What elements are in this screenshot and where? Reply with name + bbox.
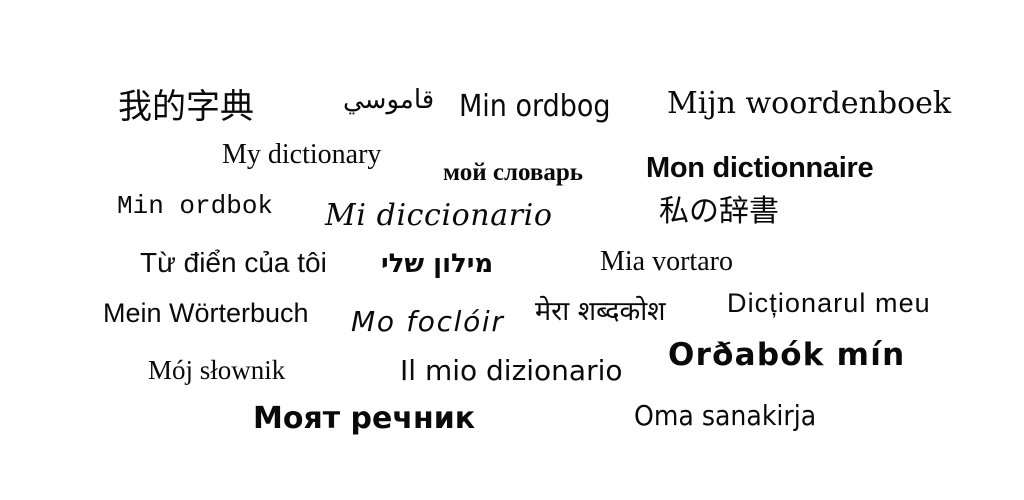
phrase-arabic: قاموسي [343, 85, 435, 115]
phrase-japanese: 私の辞書 [659, 194, 779, 229]
phrase-dutch: Mijn woordenboek [667, 86, 952, 121]
phrase-bulgarian: Моят речник [253, 401, 476, 436]
phrase-chinese: 我的字典 [118, 87, 254, 127]
phrase-hebrew: מילון שלי [381, 249, 494, 279]
phrase-danish: Min ordbog [459, 89, 611, 124]
phrase-romanian: Dicționarul meu [727, 288, 931, 318]
phrase-norwegian: Min ordbok [117, 191, 274, 221]
phrase-italian: Il mio dizionario [400, 354, 623, 387]
phrase-icelandic: Orðabók mín [668, 337, 906, 373]
phrase-german: Mein Wörterbuch [103, 298, 309, 328]
phrase-spanish: Mi diccionario [325, 198, 553, 233]
phrase-polish: Mój słownik [148, 355, 286, 385]
phrase-english: My dictionary [222, 139, 382, 170]
phrase-esperanto: Mia vortaro [600, 246, 733, 277]
word-cloud-canvas: 我的字典 قاموسي Min ordbog Mijn woordenboek … [0, 0, 1024, 500]
phrase-french: Mon dictionnaire [646, 152, 874, 184]
phrase-irish: Mo foclóir [351, 305, 505, 338]
phrase-vietnamese: Từ điển của tôi [140, 247, 327, 278]
phrase-finnish: Oma sanakirja [634, 399, 817, 432]
phrase-hindi: मेरा शब्दकोश [535, 296, 666, 327]
phrase-russian: мой словарь [443, 159, 583, 186]
